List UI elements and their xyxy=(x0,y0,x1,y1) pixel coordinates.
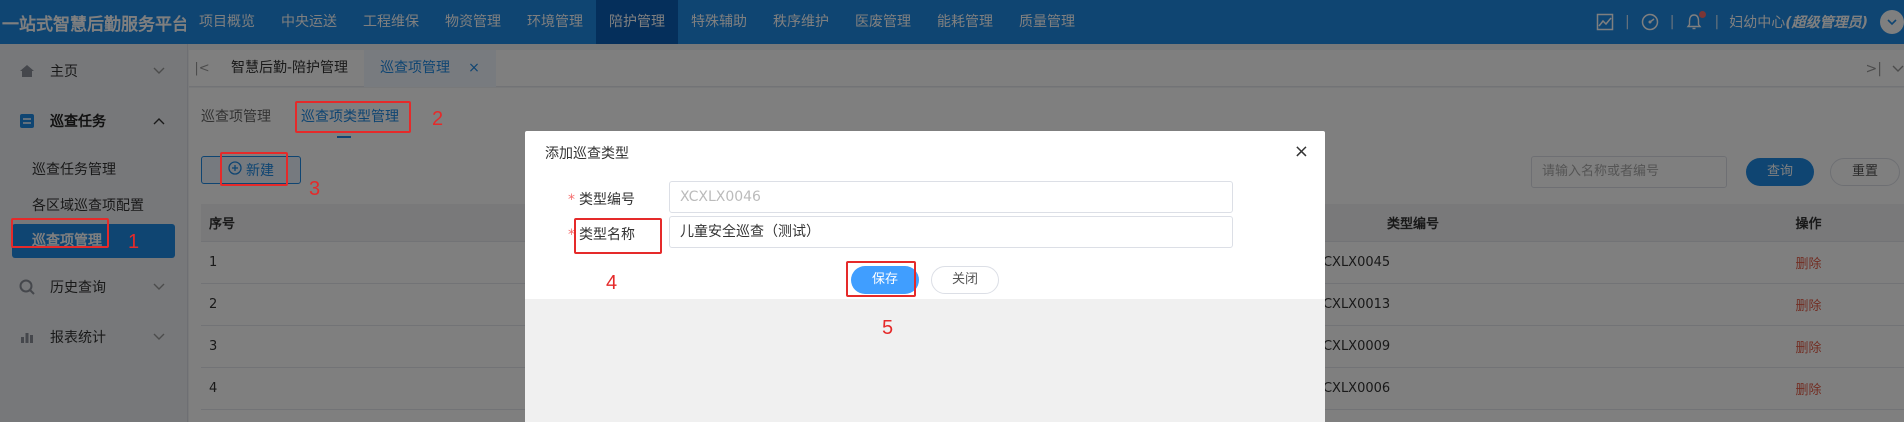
type-code-field[interactable]: XCXLX0046 xyxy=(669,181,1233,213)
add-type-dialog: 添加巡查类型 × * 类型编号 XCXLX0046 * 类型名称 儿童安全巡查（测试… xyxy=(525,131,1325,422)
dialog-body-empty xyxy=(525,299,1325,422)
annotation-box-4 xyxy=(574,218,662,254)
required-mark: * xyxy=(568,192,575,208)
annotation-box-2 xyxy=(295,101,411,133)
dialog-title: 添加巡查类型 xyxy=(545,146,629,162)
annotation-box-1 xyxy=(11,218,109,248)
annotation-number-3: 3 xyxy=(309,178,321,200)
annotation-number-2: 2 xyxy=(432,108,444,130)
close-icon[interactable]: × xyxy=(1294,141,1309,162)
type-code-label: * 类型编号 xyxy=(525,189,635,209)
close-button[interactable]: 关闭 xyxy=(931,266,999,294)
annotation-box-5 xyxy=(846,261,916,297)
annotation-number-1: 1 xyxy=(128,231,140,253)
annotation-number-5: 5 xyxy=(882,317,894,339)
type-code-label-text: 类型编号 xyxy=(579,192,635,208)
annotation-box-3 xyxy=(220,152,288,186)
annotation-number-4: 4 xyxy=(606,272,618,294)
type-name-field[interactable]: 儿童安全巡查（测试） xyxy=(669,216,1233,248)
